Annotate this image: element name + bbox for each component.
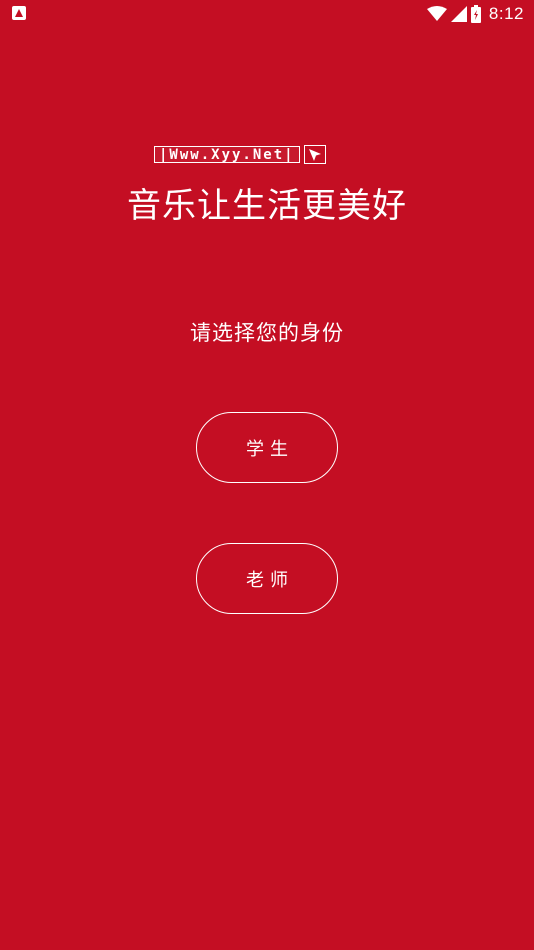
watermark-text: |Www.Xyy.Net| [159, 146, 295, 163]
watermark-box: |Www.Xyy.Net| [154, 146, 300, 163]
slogan-title: 音乐让生活更美好 [127, 186, 407, 226]
teacher-button[interactable]: 老师 [196, 543, 338, 614]
wifi-icon [426, 6, 447, 22]
identity-prompt: 请选择您的身份 [190, 321, 344, 345]
status-indicators: 8:12 [426, 3, 524, 25]
battery-icon [470, 5, 481, 23]
teacher-button-label: 老师 [246, 569, 294, 591]
student-button-label: 学生 [246, 438, 294, 460]
student-button[interactable]: 学生 [196, 412, 338, 483]
status-bar: 8:12 [0, 0, 534, 28]
signal-icon [450, 6, 467, 22]
cursor-icon [303, 145, 326, 164]
watermark: |Www.Xyy.Net| [154, 145, 368, 164]
status-time: 8:12 [488, 4, 524, 23]
app-notification-icon [12, 6, 26, 20]
